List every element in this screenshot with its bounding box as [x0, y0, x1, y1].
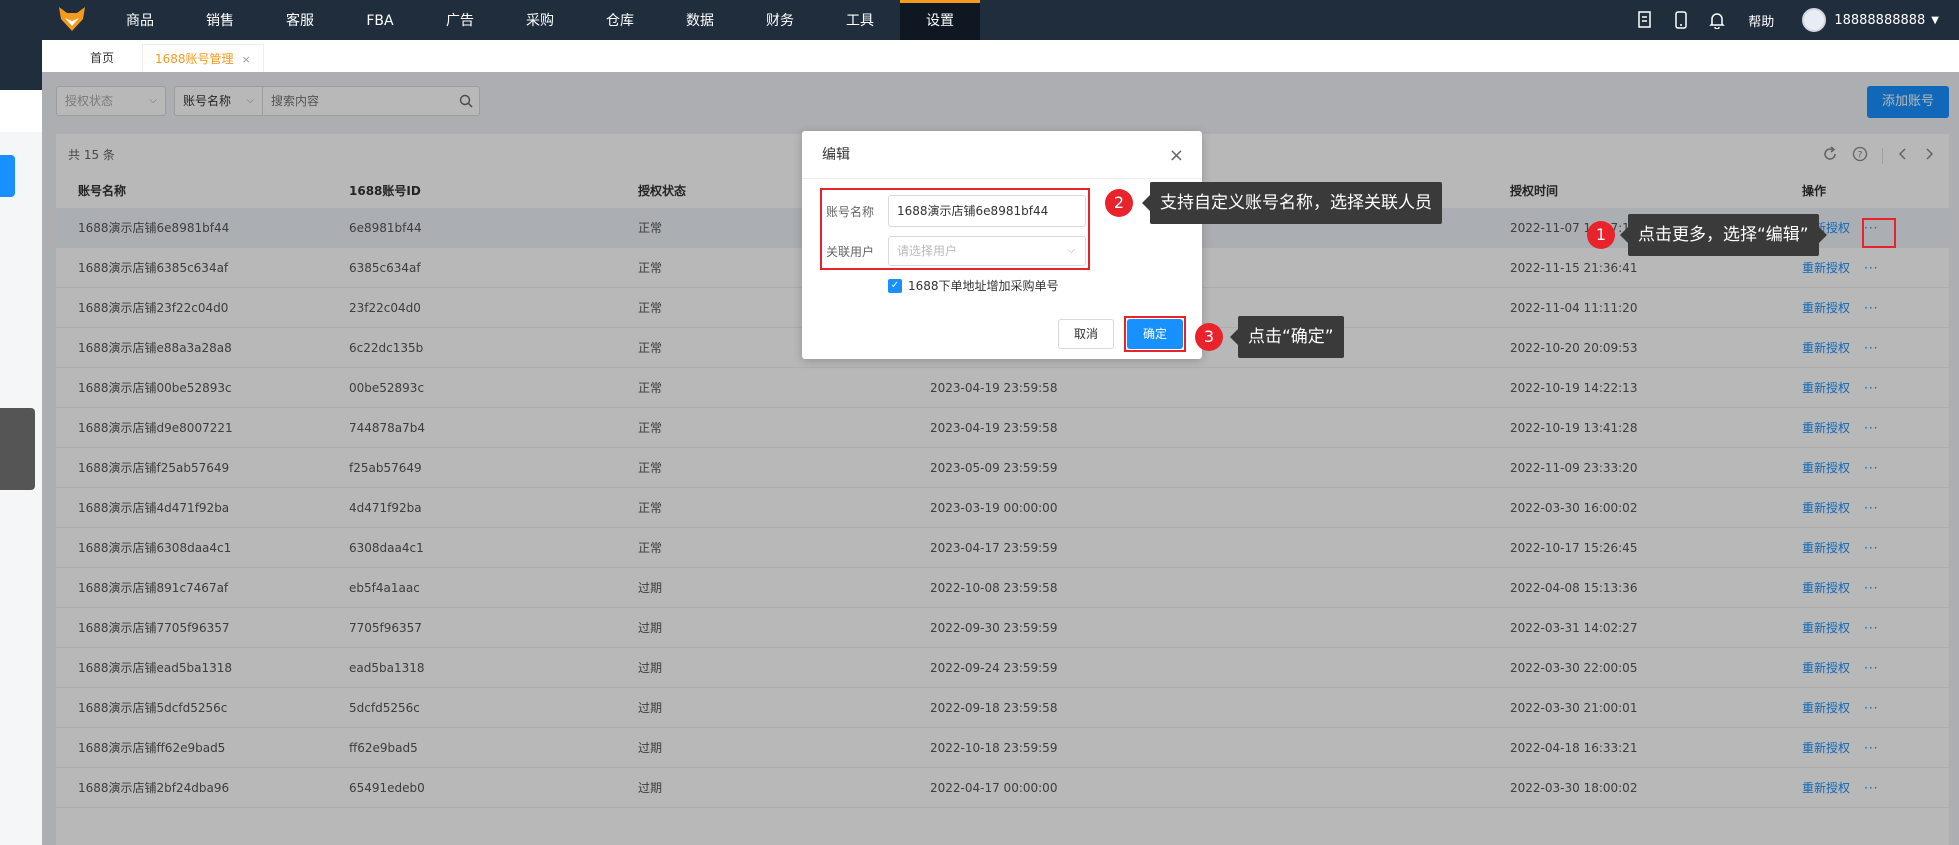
- mobile-icon[interactable]: [1670, 9, 1692, 31]
- help-link[interactable]: 帮助: [1748, 11, 1774, 30]
- annotation-badge-1: 1: [1587, 221, 1615, 249]
- main-nav: 商品 销售 客服 FBA 广告 采购 仓库 数据 财务 工具 设置: [100, 0, 980, 40]
- cancel-button[interactable]: 取消: [1058, 319, 1114, 349]
- close-icon[interactable]: ×: [242, 53, 251, 66]
- annotation-highlight-more: [1862, 218, 1896, 248]
- tab-home[interactable]: 首页: [78, 44, 126, 72]
- nav-item-8[interactable]: 财务: [740, 0, 820, 40]
- annotation-tip-2: 支持自定义账号名称，选择关联人员: [1142, 182, 1442, 224]
- left-sidebar: [0, 0, 42, 845]
- checkbox-checked[interactable]: ✓: [888, 278, 902, 293]
- document-icon[interactable]: [1634, 9, 1656, 31]
- annotation-highlight-ok: [1124, 316, 1186, 352]
- nav-item-9[interactable]: 工具: [820, 0, 900, 40]
- sidebar-dark-block: [0, 40, 42, 90]
- annotation-badge-2: 2: [1105, 189, 1133, 217]
- nav-item-6[interactable]: 仓库: [580, 0, 660, 40]
- bell-icon[interactable]: [1706, 9, 1728, 31]
- modal-title: 编辑: [802, 131, 1202, 179]
- user-phone[interactable]: 18888888888: [1834, 13, 1925, 28]
- tab-1688-account[interactable]: 1688账号管理 ×: [142, 44, 264, 72]
- purchase-no-checkbox-row[interactable]: ✓ 1688下单地址增加采购单号: [888, 277, 1059, 294]
- close-icon[interactable]: ×: [1169, 145, 1184, 166]
- top-navigation-bar: 商品 销售 客服 FBA 广告 采购 仓库 数据 财务 工具 设置 帮助 18888888888 ▼: [0, 0, 1959, 40]
- sidebar-active-marker: [0, 155, 15, 197]
- nav-item-10[interactable]: 设置: [900, 0, 980, 40]
- checkbox-label: 1688下单地址增加采购单号: [908, 279, 1059, 293]
- annotation-tip-1: 点击更多，选择“编辑”: [1620, 214, 1827, 256]
- nav-item-4[interactable]: 广告: [420, 0, 500, 40]
- nav-item-7[interactable]: 数据: [660, 0, 740, 40]
- avatar[interactable]: [1802, 8, 1827, 32]
- top-right-tools: 帮助 18888888888 ▼: [1634, 0, 1939, 40]
- annotation-tip-3: 点击“确定”: [1230, 316, 1344, 358]
- page-tabs: 首页 1688账号管理 ×: [42, 40, 1959, 72]
- nav-item-2[interactable]: 客服: [260, 0, 340, 40]
- nav-item-3[interactable]: FBA: [340, 0, 420, 40]
- nav-item-1[interactable]: 销售: [180, 0, 260, 40]
- chevron-down-icon[interactable]: ▼: [1931, 15, 1939, 26]
- fox-logo-icon[interactable]: [56, 4, 88, 34]
- nav-item-0[interactable]: 商品: [100, 0, 180, 40]
- sidebar-white-block: [0, 90, 42, 132]
- sidebar-collapse-handle[interactable]: [0, 408, 35, 490]
- annotation-highlight-form: [820, 188, 1090, 270]
- annotation-badge-3: 3: [1195, 323, 1223, 351]
- tab-label: 1688账号管理: [155, 52, 234, 66]
- nav-item-5[interactable]: 采购: [500, 0, 580, 40]
